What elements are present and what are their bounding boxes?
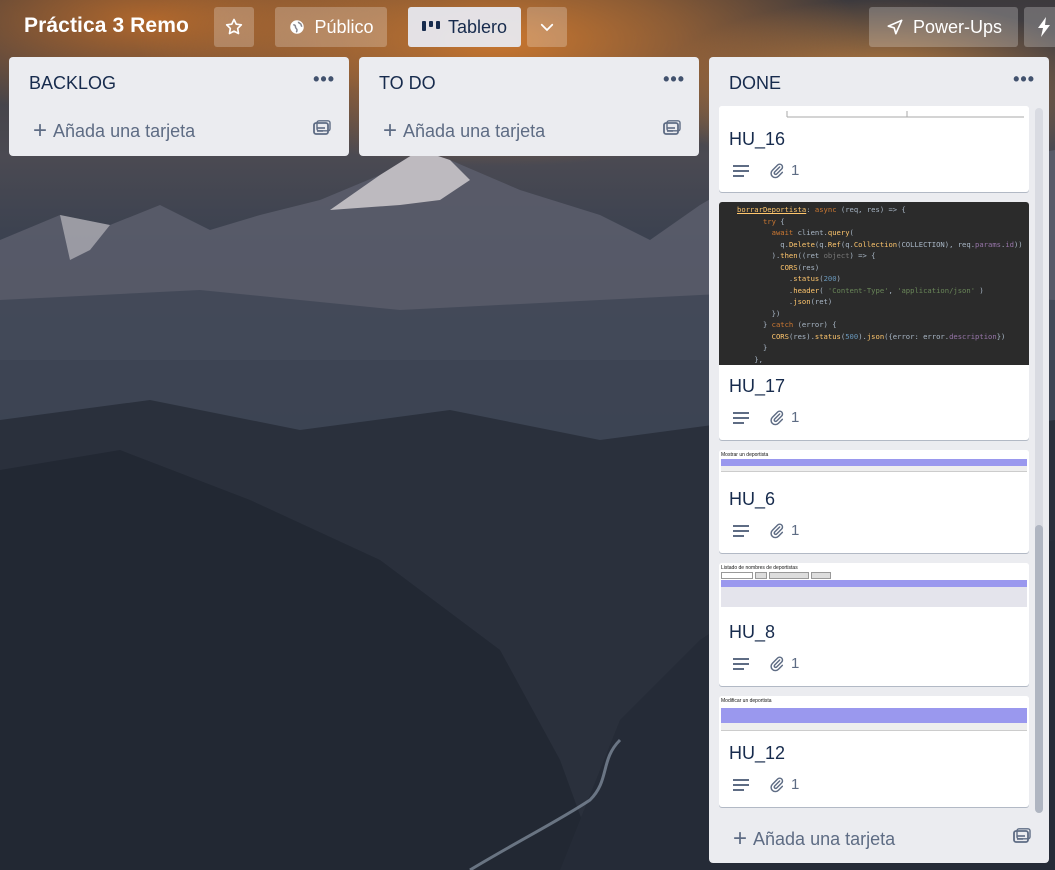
list-menu-button[interactable]: ••• (663, 69, 685, 90)
lightning-icon (1036, 17, 1052, 37)
board-view-icon (421, 19, 440, 35)
plus-icon: + (383, 117, 398, 144)
view-dropdown-button[interactable] (527, 7, 567, 47)
chevron-down-icon (538, 18, 556, 36)
card-cover-image: Modificar un deportista (719, 696, 1029, 734)
list-todo: TO DO ••• + Añada una tarjeta (359, 57, 699, 156)
attachment-count: 1 (791, 162, 800, 179)
card-badges: 1 (733, 162, 799, 179)
board-header: Práctica 3 Remo Público Tablero Power-Up… (0, 0, 1055, 54)
card-title: HU_17 (729, 376, 786, 396)
description-icon (733, 778, 749, 792)
star-icon (224, 17, 244, 37)
description-icon (733, 524, 749, 538)
card-cover-image: borrarDeportista: async (req, res) => { … (719, 202, 1029, 365)
attachment-icon (769, 655, 785, 672)
add-card-button[interactable]: + Añada una tarjeta (733, 827, 895, 851)
card-badges: 1 (733, 776, 799, 793)
board-title[interactable]: Práctica 3 Remo (24, 14, 189, 38)
view-switcher-button[interactable]: Tablero (408, 7, 521, 47)
card-title: HU_16 (729, 129, 786, 149)
cover-caption: Mostrar un deportista (721, 452, 769, 458)
attachment-icon (769, 776, 785, 793)
description-icon (733, 164, 749, 178)
list-menu-button[interactable]: ••• (1013, 69, 1035, 90)
card-template-icon[interactable] (663, 120, 681, 141)
add-card-label: Añada una tarjeta (403, 120, 546, 141)
card-title: HU_12 (729, 743, 786, 763)
cover-caption: Listado de nombres de deportistas (721, 565, 798, 571)
attachment-count: 1 (791, 776, 800, 793)
cover-caption: Modificar un deportista (721, 698, 772, 704)
add-card-button[interactable]: + Añada una tarjeta (33, 119, 195, 143)
attachment-icon (769, 409, 785, 426)
list-menu-button[interactable]: ••• (313, 69, 335, 90)
card-cover-image: Mostrar un deportista (719, 450, 1029, 480)
automation-button[interactable] (1024, 7, 1055, 47)
plus-icon: + (733, 825, 748, 852)
list-title[interactable]: TO DO (379, 73, 436, 94)
card-hu8[interactable]: Listado de nombres de deportistas HU_8 1 (719, 563, 1029, 686)
list-backlog: BACKLOG ••• + Añada una tarjeta (9, 57, 349, 156)
card-title: HU_6 (729, 489, 776, 509)
powerups-label: Power-Ups (912, 16, 1003, 37)
card-hu12[interactable]: Modificar un deportista HU_12 1 (719, 696, 1029, 807)
list-title[interactable]: DONE (729, 73, 781, 94)
description-icon (733, 657, 749, 671)
attachment-count: 1 (791, 655, 800, 672)
add-card-label: Añada una tarjeta (53, 120, 196, 141)
visibility-label: Público (314, 16, 374, 37)
card-template-icon[interactable] (1013, 828, 1031, 849)
card-cover-image: Listado de nombres de deportistas (719, 563, 1029, 613)
card-badges: 1 (733, 655, 799, 672)
card-hu17[interactable]: borrarDeportista: async (req, res) => { … (719, 202, 1029, 440)
globe-icon (288, 18, 306, 36)
description-icon (733, 411, 749, 425)
card-badges: 1 (733, 522, 799, 539)
list-done: DONE ••• HU_16 1 borrarDeportista: async… (709, 57, 1049, 863)
attachment-count: 1 (791, 522, 800, 539)
visibility-button[interactable]: Público (275, 7, 387, 47)
add-card-button[interactable]: + Añada una tarjeta (383, 119, 545, 143)
attachment-count: 1 (791, 409, 800, 426)
attachment-icon (769, 522, 785, 539)
list-title[interactable]: BACKLOG (29, 73, 116, 94)
card-template-icon[interactable] (313, 120, 331, 141)
powerups-button[interactable]: Power-Ups (869, 7, 1018, 47)
attachment-icon (769, 162, 785, 179)
card-badges: 1 (733, 409, 799, 426)
view-label: Tablero (447, 16, 508, 37)
card-title: HU_8 (729, 622, 776, 642)
card-cover-image (719, 106, 1029, 118)
star-button[interactable] (214, 7, 254, 47)
list-scrollbar-thumb[interactable] (1035, 525, 1043, 813)
add-card-label: Añada una tarjeta (753, 828, 896, 849)
rocket-icon (885, 17, 905, 37)
card-hu16[interactable]: HU_16 1 (719, 106, 1029, 192)
card-hu6[interactable]: Mostrar un deportista HU_6 1 (719, 450, 1029, 553)
plus-icon: + (33, 117, 48, 144)
